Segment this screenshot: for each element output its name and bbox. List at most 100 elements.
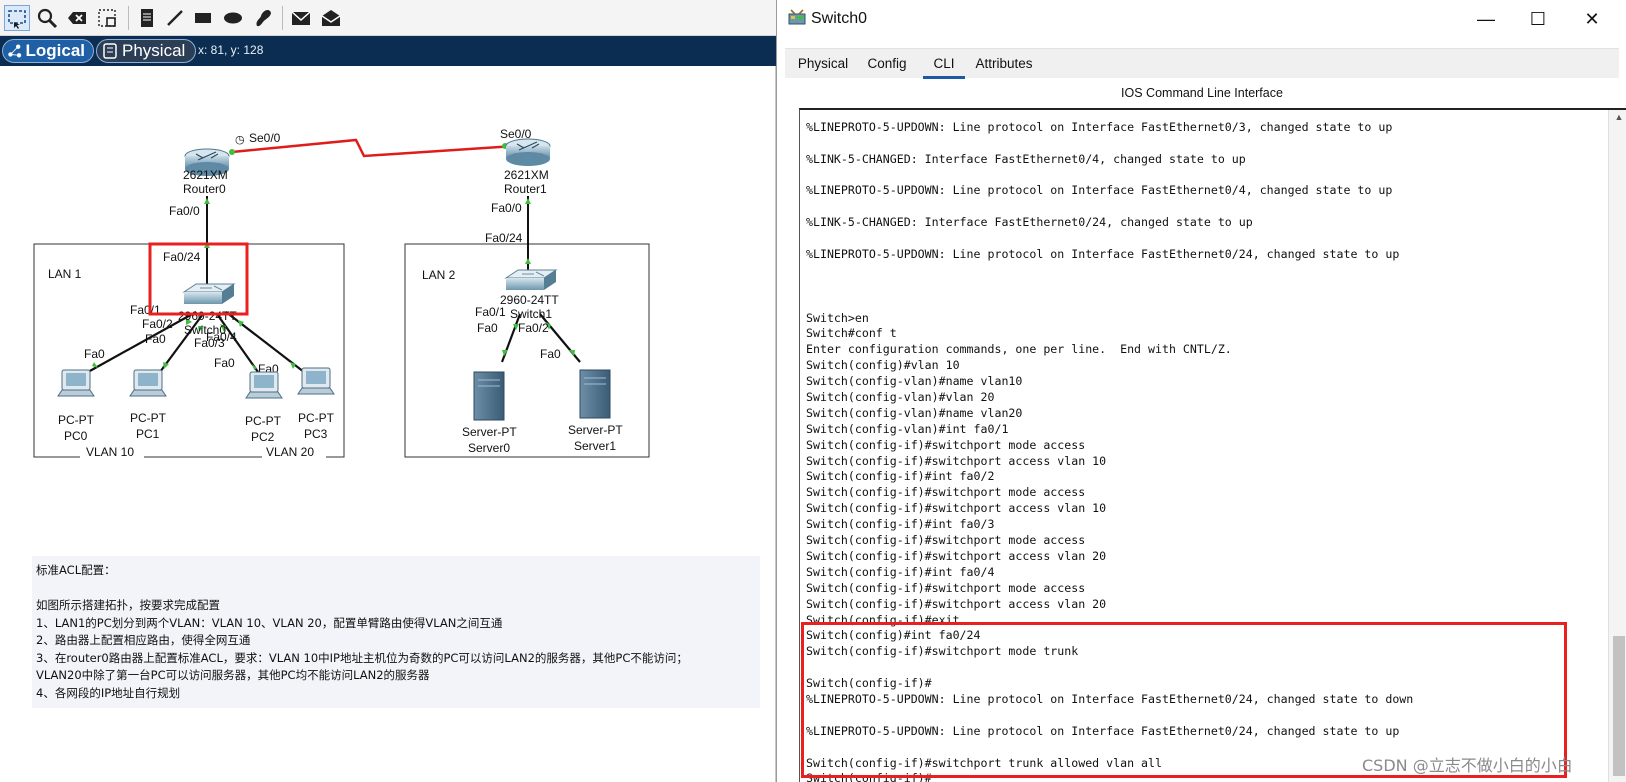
pc1-type: PC-PT [130,411,167,425]
select-icon[interactable] [4,5,30,31]
cli-line [806,168,1586,184]
cli-line [806,231,1586,247]
workspace-mode-bar: Logical Physical x: 81, y: 128 [0,36,776,66]
watermark: CSDN @立志不做小白的小白 [1362,756,1573,775]
cli-line: %LINEPROTO-5-UPDOWN: Line protocol on In… [806,119,1393,134]
cli-line: %LINK-5-CHANGED: Interface FastEthernet0… [806,151,1246,166]
physical-workspace-icon [103,43,117,59]
pc3-name: PC3 [304,427,328,441]
pc3[interactable] [297,367,335,395]
cursor-coordinates: x: 81, y: 128 [198,43,264,57]
maximize-button[interactable]: ☐ [1515,6,1561,32]
switch-app-icon [788,9,806,25]
pc2-name: PC2 [251,430,275,444]
tab-cli[interactable]: CLI [923,49,965,79]
cli-line: Switch>en [806,310,869,325]
cli-line: Switch(config-if)# [806,676,932,691]
note-line [36,580,756,598]
pc0-name: PC0 [64,429,88,443]
delete-icon[interactable] [64,5,90,31]
cli-line: %LINK-5-CHANGED: Interface FastEthernet0… [806,215,1253,230]
cli-line: Switch(config-if)#int fa0/2 [806,469,995,484]
logical-tab[interactable]: Logical [2,39,94,63]
sw1-fa1-port: Fa0/1 [475,305,506,319]
tab-attributes[interactable]: Attributes [971,49,1037,79]
add-simple-pdu-icon[interactable] [288,5,314,31]
cli-line: Switch(config-if)#int fa0/3 [806,517,995,532]
window-titlebar[interactable]: Switch0 — ☐ ✕ [777,0,1626,38]
note-line: 4、各网段的IP地址自行规划 [36,685,181,700]
router1[interactable] [505,138,551,166]
cli-line: Switch(config)#int fa0/24 [806,628,981,643]
cli-line [806,708,1586,724]
note-line: VLAN20中除了第一台PC可以访问服务器，其他PC均不能访问LAN2的服务器 [36,668,430,682]
server1-fa-port: Fa0 [540,347,561,361]
cli-scrollbar[interactable]: ▲ [1608,110,1626,782]
switch0-window: Switch0 — ☐ ✕ Physical Config CLI Attrib… [776,0,1626,782]
resize-icon[interactable] [94,5,120,31]
cli-line [806,279,1586,295]
note-line: 标准ACL配置： [36,563,116,577]
logical-canvas[interactable]: LAN 1 LAN 2 VLAN 10 VLAN 20 ◷ Se0/0 Se0/… [0,66,776,782]
sw0-fa4-port: Fa0/4 [206,330,237,344]
tab-physical[interactable]: Physical [791,49,855,79]
freeform-icon[interactable] [250,5,276,31]
logical-topology-icon [8,44,22,58]
pc1[interactable] [129,369,167,397]
window-tabbar: Physical Config CLI Attributes [785,48,1619,79]
server0-type: Server-PT [462,425,517,439]
lan2-label: LAN 2 [422,268,456,282]
note-line: 1、LAN1的PC划分到两个VLAN：VLAN 10、VLAN 20，配置单臂路… [36,615,503,630]
cli-line: Switch(config-if)#int fa0/4 [806,564,995,579]
server1[interactable] [579,369,611,419]
cli-line: Switch(config-vlan)#vlan 20 [806,390,995,405]
cli-console[interactable]: %LINEPROTO-5-UPDOWN: Line protocol on In… [799,108,1626,782]
cli-line: Switch(config-if)#switchport access vlan… [806,548,1107,563]
pc0-fa-port: Fa0 [84,347,105,361]
cli-line: %LINEPROTO-5-UPDOWN: Line protocol on In… [806,183,1393,198]
switch1-model: 2960-24TT [500,293,559,307]
cli-line: Switch(config)#vlan 10 [806,358,960,373]
draw-ellipse-icon[interactable] [220,5,246,31]
scroll-thumb[interactable] [1613,636,1625,776]
minimize-button[interactable]: — [1463,6,1509,32]
server1-name: Server1 [574,439,616,453]
router0-model: 2621XM [183,168,228,182]
switch0[interactable] [182,283,236,304]
pc2-type: PC-PT [245,414,282,428]
cli-line: Switch(config-if)#switchport mode access [806,485,1086,500]
draw-line-icon[interactable] [162,5,188,31]
server0[interactable] [473,371,505,421]
server1-type: Server-PT [568,423,623,437]
scroll-up-icon[interactable]: ▲ [1612,112,1626,124]
network-topology[interactable]: LAN 1 LAN 2 VLAN 10 VLAN 20 ◷ Se0/0 Se0/… [0,66,776,496]
add-complex-pdu-icon[interactable] [318,5,344,31]
sw0-uplink-port: Fa0/24 [163,250,201,264]
task-notes[interactable]: 标准ACL配置： 如图所示搭建拓扑，按要求完成配置 1、LAN1的PC划分到两个… [32,556,760,708]
pc2-fa-port: Fa0 [214,356,235,370]
note-line: 2、路由器上配置相应路由，使得全网互通 [36,633,251,647]
cli-line: Switch(config-if)#switchport access vlan… [806,453,1107,468]
pc3-type: PC-PT [298,411,335,425]
r0-serial-port: Se0/0 [249,131,281,145]
cli-line: Switch(config-vlan)#name vlan10 [806,374,1023,389]
note-icon[interactable] [134,5,160,31]
close-button[interactable]: ✕ [1569,6,1615,32]
pc1-name: PC1 [136,427,160,441]
cli-line: Switch(config-if)#switchport access vlan… [806,596,1107,611]
workspace-pane: Logical Physical x: 81, y: 128 LAN 1 LAN… [0,0,776,782]
pc2[interactable] [245,371,283,399]
draw-rectangle-icon[interactable] [190,5,216,31]
cli-line [806,263,1586,279]
cli-output[interactable]: %LINEPROTO-5-UPDOWN: Line protocol on In… [806,110,1586,782]
cli-line: Switch(config-vlan)#int fa0/1 [806,421,1009,436]
switch1[interactable] [504,269,558,290]
sw0-fa2-port: Fa0/2 [142,317,173,331]
physical-tab[interactable]: Physical [96,39,196,63]
inspect-icon[interactable] [34,5,60,31]
switch0-model: 2960-24TT [178,309,237,323]
router0-name: Router0 [183,182,226,196]
pc0[interactable] [57,369,95,397]
tab-config[interactable]: Config [861,49,913,79]
switch1-name: Switch1 [510,307,552,321]
